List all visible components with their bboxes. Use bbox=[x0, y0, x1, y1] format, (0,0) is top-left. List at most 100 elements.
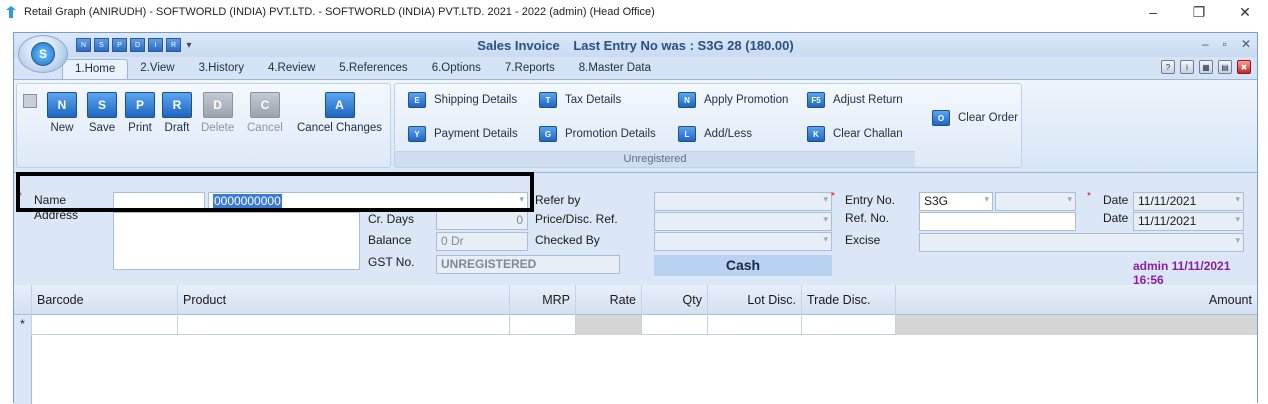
tax-details-button[interactable]: T Tax Details bbox=[539, 92, 621, 108]
col-qty[interactable]: Qty bbox=[642, 285, 708, 315]
cell-lot-disc[interactable] bbox=[708, 315, 802, 335]
new-button[interactable]: N New bbox=[47, 92, 77, 134]
new-icon: N bbox=[47, 92, 77, 118]
refer-by-combo[interactable] bbox=[654, 192, 832, 211]
entry-no-required-mark: * bbox=[831, 191, 835, 202]
calculator-icon[interactable]: ▦ bbox=[1199, 60, 1213, 74]
items-grid: Barcode Product MRP Rate Qty Lot Disc. T… bbox=[14, 285, 1257, 404]
col-product[interactable]: Product bbox=[178, 285, 510, 315]
delete-button[interactable]: D Delete bbox=[201, 92, 234, 134]
clear-order-button[interactable]: O Clear Order bbox=[932, 110, 1018, 126]
shipping-details-button[interactable]: E Shipping Details bbox=[408, 92, 517, 108]
window-close-button[interactable]: ✕ bbox=[1241, 37, 1251, 51]
sales-invoice-window: N S P D I R ▾ Sales Invoice Last Entry N… bbox=[13, 32, 1258, 404]
cr-days-label: Cr. Days bbox=[368, 212, 415, 226]
cell-product[interactable] bbox=[178, 315, 510, 335]
address-textarea[interactable] bbox=[113, 212, 360, 270]
grid-corner bbox=[14, 285, 32, 315]
print-button[interactable]: P Print bbox=[125, 92, 155, 134]
user-timestamp: admin 11/11/2021 16:56 bbox=[1133, 259, 1231, 287]
cr-days-input[interactable]: 0 bbox=[436, 211, 528, 230]
window-minimize-button[interactable]: – bbox=[1202, 37, 1209, 51]
form-title: Sales Invoice bbox=[477, 38, 560, 53]
new-label: New bbox=[50, 122, 74, 134]
tab-options[interactable]: 6.Options bbox=[420, 59, 493, 79]
entry-no-combo[interactable] bbox=[995, 192, 1076, 211]
balance-value: 0 Dr bbox=[436, 232, 528, 251]
os-window-title: Retail Graph (ANIRUDH) - SOFTWORLD (INDI… bbox=[24, 6, 655, 18]
grid-new-row[interactable]: * bbox=[14, 315, 1257, 335]
os-close-button[interactable]: ✕ bbox=[1222, 0, 1268, 24]
add-less-icon: L bbox=[678, 126, 696, 142]
application-menu-button[interactable]: S bbox=[18, 35, 68, 73]
tab-references[interactable]: 5.References bbox=[327, 59, 419, 79]
price-disc-ref-label: Price/Disc. Ref. bbox=[535, 212, 618, 226]
excise-combo[interactable] bbox=[919, 233, 1244, 252]
save-label: Save bbox=[88, 122, 116, 134]
draft-button[interactable]: R Draft bbox=[162, 92, 192, 134]
gst-no-value: UNREGISTERED bbox=[436, 255, 620, 274]
tab-master-data[interactable]: 8.Master Data bbox=[567, 59, 663, 79]
date-required-mark: * bbox=[1087, 191, 1091, 202]
cell-mrp[interactable] bbox=[510, 315, 576, 335]
tab-reports[interactable]: 7.Reports bbox=[493, 59, 567, 79]
tab-history[interactable]: 3.History bbox=[187, 59, 256, 79]
payment-details-button[interactable]: Y Payment Details bbox=[408, 126, 518, 142]
promotion-details-label: Promotion Details bbox=[565, 128, 656, 140]
draft-icon: R bbox=[162, 92, 192, 118]
col-barcode[interactable]: Barcode bbox=[32, 285, 178, 315]
os-title-bar: Retail Graph (ANIRUDH) - SOFTWORLD (INDI… bbox=[0, 0, 1268, 24]
invoice-options-group: E Shipping Details T Tax Details N Apply Pr… bbox=[394, 83, 1022, 168]
col-mrp[interactable]: MRP bbox=[510, 285, 576, 315]
annotation-highlight-box bbox=[16, 172, 534, 212]
exit-icon[interactable]: ✖ bbox=[1237, 60, 1251, 74]
notes-icon[interactable]: ▤ bbox=[1218, 60, 1232, 74]
cancel-button[interactable]: C Cancel bbox=[247, 92, 283, 134]
date-picker[interactable]: 11/11/2021 bbox=[1133, 192, 1244, 211]
add-less-button[interactable]: L Add/Less bbox=[678, 126, 752, 142]
col-lot-disc[interactable]: Lot Disc. bbox=[708, 285, 802, 315]
info-icon[interactable]: i bbox=[1180, 60, 1194, 74]
cancel-changes-label: Cancel Changes bbox=[297, 122, 383, 134]
col-rate[interactable]: Rate bbox=[576, 285, 642, 315]
ref-date-picker[interactable]: 11/11/2021 bbox=[1133, 212, 1244, 231]
save-button[interactable]: S Save bbox=[87, 92, 117, 134]
tab-review[interactable]: 4.Review bbox=[256, 59, 327, 79]
apply-promotion-icon: N bbox=[678, 92, 696, 108]
window-restore-button[interactable]: ▫ bbox=[1223, 37, 1227, 51]
tab-home[interactable]: 1.Home bbox=[62, 59, 129, 79]
help-icon[interactable]: ? bbox=[1161, 60, 1175, 74]
checked-by-combo[interactable] bbox=[654, 232, 832, 251]
delete-icon: D bbox=[202, 92, 233, 118]
ribbon-panel: N New S Save P Print R Draft D Delete C Cancel… bbox=[14, 79, 1257, 173]
cell-trade-disc[interactable] bbox=[802, 315, 896, 335]
cell-rate[interactable] bbox=[576, 315, 642, 335]
ref-no-input[interactable] bbox=[919, 212, 1076, 231]
clear-order-icon: O bbox=[932, 110, 950, 126]
checked-by-label: Checked By bbox=[535, 233, 600, 247]
cancel-icon: C bbox=[249, 92, 280, 118]
col-trade-disc[interactable]: Trade Disc. bbox=[802, 285, 896, 315]
col-amount[interactable]: Amount bbox=[896, 285, 1257, 315]
cell-amount[interactable] bbox=[896, 315, 1257, 335]
promotion-details-button[interactable]: G Promotion Details bbox=[539, 126, 656, 142]
cell-qty[interactable] bbox=[642, 315, 708, 335]
price-disc-ref-combo[interactable] bbox=[654, 212, 832, 231]
entry-prefix-combo[interactable]: S3G bbox=[919, 192, 993, 211]
apply-promotion-button[interactable]: N Apply Promotion bbox=[678, 92, 788, 108]
cancel-changes-button[interactable]: A Cancel Changes bbox=[297, 92, 382, 134]
tab-view[interactable]: 2.View bbox=[128, 59, 186, 79]
ref-date-label: Date bbox=[1103, 211, 1129, 225]
clear-order-label: Clear Order bbox=[958, 112, 1019, 124]
lock-icon bbox=[23, 94, 37, 108]
cell-barcode[interactable] bbox=[32, 315, 178, 335]
promotion-details-icon: G bbox=[539, 126, 557, 142]
os-minimize-button[interactable]: – bbox=[1130, 0, 1176, 24]
os-maximize-button[interactable]: ❐ bbox=[1176, 0, 1222, 24]
entry-no-label: Entry No. bbox=[845, 193, 896, 207]
shipping-details-label: Shipping Details bbox=[434, 94, 518, 106]
payment-mode-cash[interactable]: Cash bbox=[654, 255, 832, 276]
date-label: Date bbox=[1103, 193, 1129, 207]
adjust-return-button[interactable]: F5 Adjust Return bbox=[807, 92, 903, 108]
clear-challan-button[interactable]: K Clear Challan bbox=[807, 126, 903, 142]
